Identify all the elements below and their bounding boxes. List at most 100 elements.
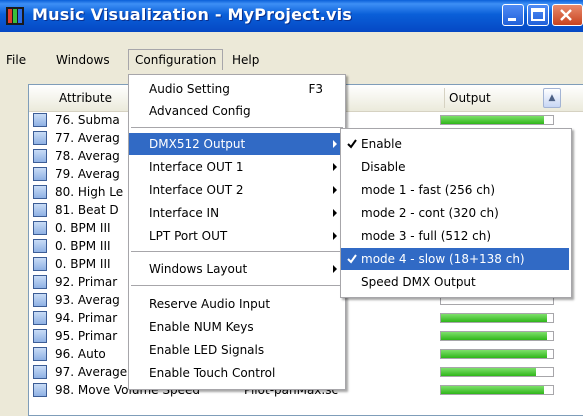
row-checkbox[interactable] [33,221,47,235]
menu-item-label: Enable NUM Keys [149,320,254,334]
checkmark-icon [347,139,357,149]
row-attribute: 95. Primar [55,329,118,343]
row-attribute: 79. Averag [55,167,120,181]
row-attribute: 78. Averag [55,149,120,163]
row-attribute: 0. BPM III [55,239,111,253]
menu-item-reserve-audio-input[interactable]: Reserve Audio Input [129,293,343,315]
submenu-arrow-icon [333,232,337,240]
menu-item-audio-setting[interactable]: Audio Setting F3 [129,78,343,100]
menu-bar: File Windows Configuration Help [0,32,583,72]
row-checkbox[interactable] [33,257,47,271]
menu-configuration[interactable]: Configuration [128,49,224,70]
scroll-up-button[interactable]: ▲ [543,88,561,108]
close-button[interactable] [552,4,583,26]
menu-item-windows-layout[interactable]: Windows Layout [129,258,343,280]
row-attribute: 81. Beat D [55,203,119,217]
menu-help[interactable]: Help [226,50,265,70]
row-checkbox[interactable] [33,149,47,163]
row-checkbox[interactable] [33,383,47,397]
menu-windows[interactable]: Windows [50,50,116,70]
menu-item-mode-3-full-512-ch[interactable]: mode 3 - full (512 ch) [341,225,569,247]
row-attribute: 92. Primar [55,275,118,289]
submenu-arrow-icon [333,163,337,171]
submenu-arrow-icon [333,140,337,148]
output-level-fill [441,116,545,124]
menu-item-advanced-config[interactable]: Advanced Config [129,100,343,122]
minimize-icon [508,18,516,21]
row-checkbox[interactable] [33,113,47,127]
dmx512-submenu: Enable Disable mode 1 - fast (256 ch) mode … [340,128,572,298]
menu-item-label: mode 2 - cont (320 ch) [361,206,499,220]
app-icon [6,7,24,25]
menu-item-disable[interactable]: Disable [341,156,569,178]
menu-item-label: Audio Setting [149,82,230,96]
row-checkbox[interactable] [33,203,47,217]
row-attribute: 80. High Le [55,185,124,199]
menu-item-label: DMX512 Output [149,137,246,151]
menu-item-interface-in[interactable]: Interface IN [129,202,343,224]
output-level-fill [441,368,537,376]
configuration-menu: Audio Setting F3 Advanced Config DMX512 Out… [128,74,346,390]
close-icon [560,9,572,21]
menu-item-mode-2-cont-320-ch[interactable]: mode 2 - cont (320 ch) [341,202,569,224]
menu-item-enable-led-signals[interactable]: Enable LED Signals [129,339,343,361]
minimize-button[interactable] [502,4,524,26]
row-checkbox[interactable] [33,347,47,361]
menu-item-label: mode 3 - full (512 ch) [361,229,492,243]
menu-item-label: Enable LED Signals [149,343,265,357]
header-attribute[interactable]: Attribute [59,91,112,105]
maximize-button[interactable] [527,4,549,26]
header-output[interactable]: Output [444,88,491,108]
menu-separator [131,127,343,128]
menu-shortcut: F3 [308,82,323,96]
output-level-fill [441,350,548,358]
row-checkbox[interactable] [33,167,47,181]
row-checkbox[interactable] [33,311,47,325]
output-level-bar [440,349,554,359]
row-checkbox[interactable] [33,239,47,253]
menu-item-dmx512-output[interactable]: DMX512 Output [129,133,343,155]
row-checkbox[interactable] [33,275,47,289]
menu-item-enable-touch-control[interactable]: Enable Touch Control [129,362,343,384]
menu-separator [131,285,343,286]
output-level-bar [440,313,554,323]
menu-file[interactable]: File [0,50,32,70]
menu-item-enable-num-keys[interactable]: Enable NUM Keys [129,316,343,338]
menu-item-label: mode 1 - fast (256 ch) [361,183,496,197]
menu-item-mode-1-fast-256-ch[interactable]: mode 1 - fast (256 ch) [341,179,569,201]
menu-item-mode-4-slow-18-138-ch[interactable]: mode 4 - slow (18+138 ch) [341,248,569,270]
row-checkbox[interactable] [33,131,47,145]
menu-item-speed-dmx-output[interactable]: Speed DMX Output [341,271,569,293]
row-checkbox[interactable] [33,365,47,379]
output-level-bar [440,115,554,125]
row-attribute: 93. Averag [55,293,120,307]
output-level-bar [440,331,554,341]
menu-item-label: Enable Touch Control [149,366,276,380]
window-title: Music Visualization - MyProject.vis [32,5,352,24]
menu-item-label: Enable [361,137,402,151]
row-checkbox[interactable] [33,329,47,343]
row-attribute: 94. Primar [55,311,118,325]
menu-item-label: Interface OUT 2 [149,183,244,197]
menu-item-label: Windows Layout [149,262,248,276]
menu-item-lpt-port-out[interactable]: LPT Port OUT [129,225,343,247]
menu-item-label: Speed DMX Output [361,275,476,289]
submenu-arrow-icon [333,209,337,217]
menu-item-enable[interactable]: Enable [341,133,569,155]
menu-item-label: Reserve Audio Input [149,297,271,311]
menu-item-interface-out-2[interactable]: Interface OUT 2 [129,179,343,201]
row-attribute: 0. BPM III [55,221,111,235]
menu-item-interface-out-1[interactable]: Interface OUT 1 [129,156,343,178]
row-checkbox[interactable] [33,185,47,199]
output-level-bar [440,367,554,377]
submenu-arrow-icon [333,186,337,194]
row-attribute: 77. Averag [55,131,120,145]
row-attribute: 0. BPM III [55,257,111,271]
menu-item-label: mode 4 - slow (18+138 ch) [361,252,525,266]
row-checkbox[interactable] [33,293,47,307]
menu-item-label: Interface IN [149,206,220,220]
output-level-fill [441,332,548,340]
menu-item-label: Interface OUT 1 [149,160,244,174]
checkmark-icon [347,254,357,264]
submenu-arrow-icon [333,265,337,273]
